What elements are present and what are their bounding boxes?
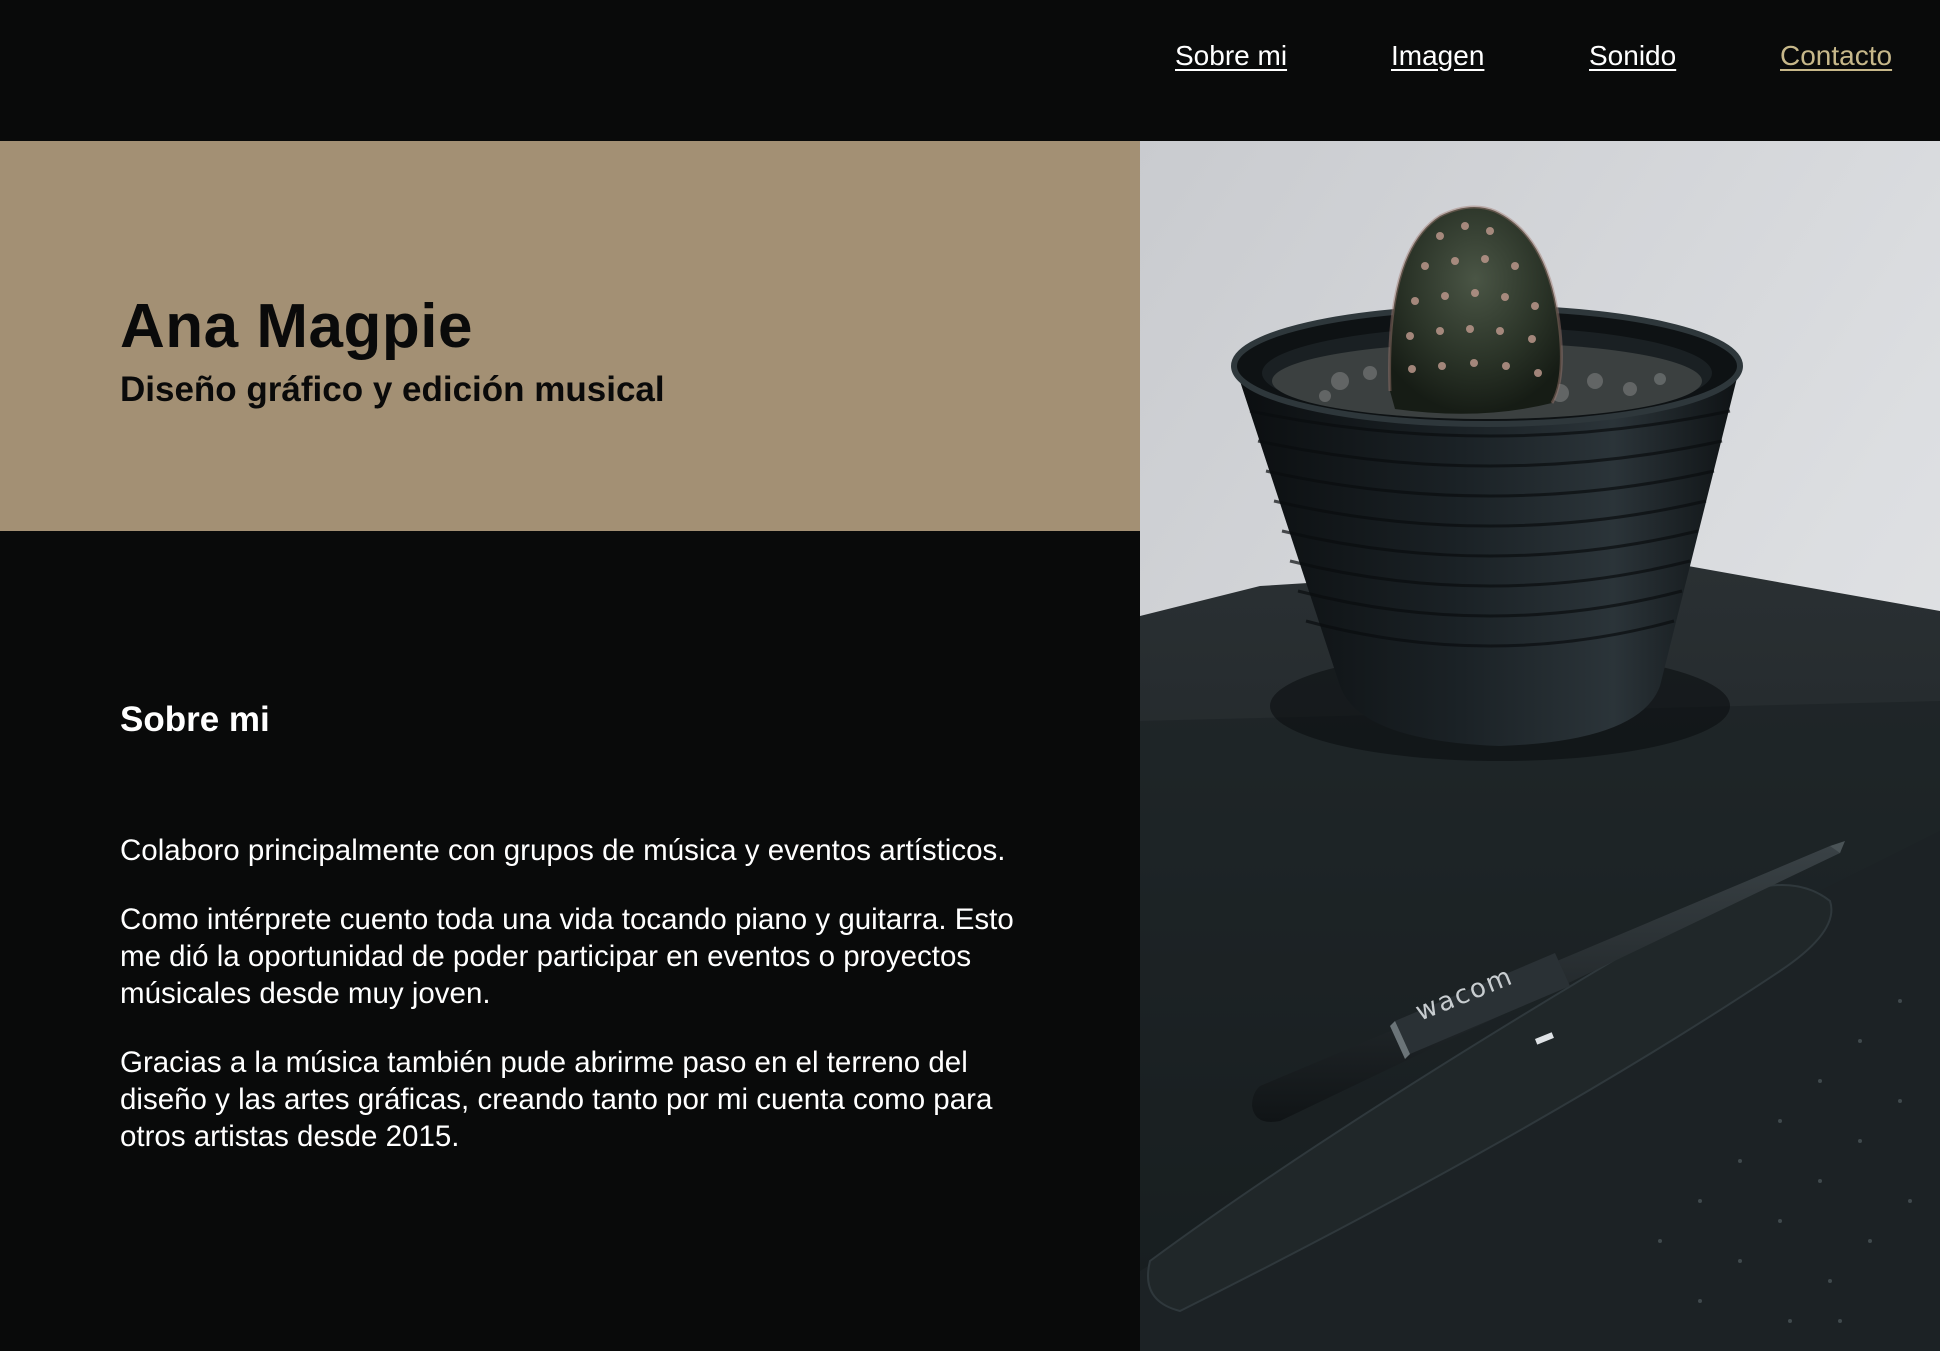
nav-link-imagen[interactable]: Imagen <box>1391 40 1484 72</box>
hero-subtitle: Diseño gráfico y edición musical <box>120 370 665 409</box>
nav-link-sobre-mi[interactable]: Sobre mi <box>1175 40 1287 72</box>
about-body: Colaboro principalmente con grupos de mú… <box>120 832 1040 1187</box>
hero-photo: wacom <box>1140 141 1940 1351</box>
hero-banner: Ana Magpie Diseño gráfico y edición musi… <box>0 141 1140 531</box>
about-paragraph-3: Gracias a la música también pude abrirme… <box>120 1046 993 1153</box>
top-navigation: Sobre mi Imagen Sonido Contacto <box>0 0 1940 141</box>
nav-link-sonido[interactable]: Sonido <box>1589 40 1676 72</box>
cactus-tablet-photo: wacom <box>1140 141 1940 1351</box>
nav-link-contacto[interactable]: Contacto <box>1780 40 1892 72</box>
page: Sobre mi Imagen Sonido Contacto Ana Magp… <box>0 0 1940 1351</box>
about-paragraph-1: Colaboro principalmente con grupos de mú… <box>120 834 1006 867</box>
hero-name: Ana Magpie <box>120 292 473 361</box>
about-paragraph-2: Como intérprete cuento toda una vida toc… <box>120 903 1014 1010</box>
about-title: Sobre mi <box>120 700 270 739</box>
